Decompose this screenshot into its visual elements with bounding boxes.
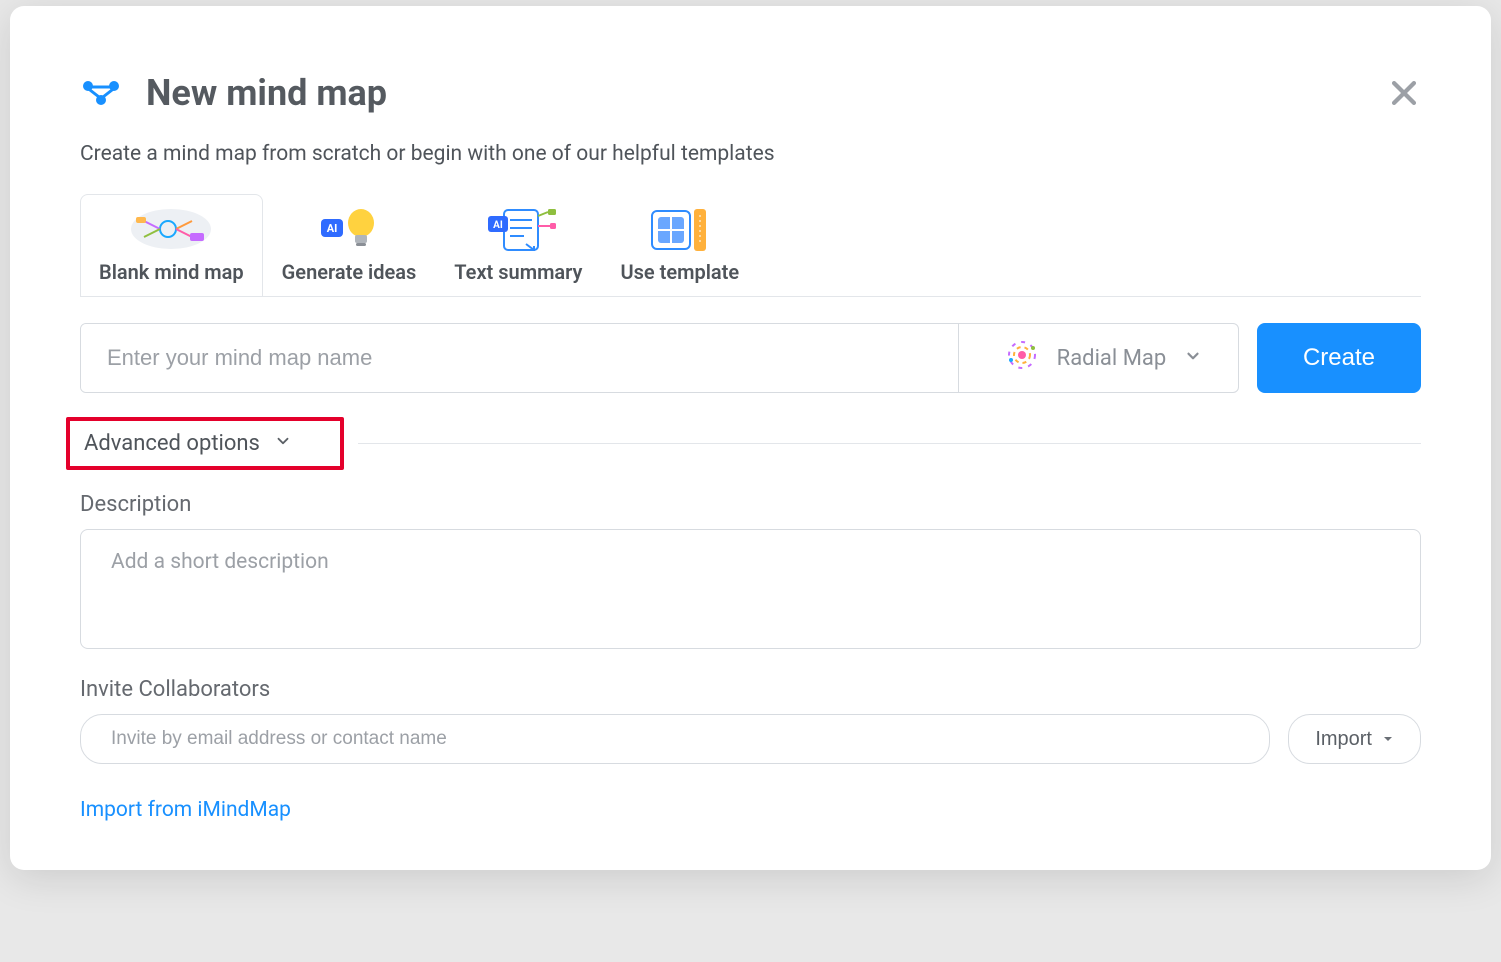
collaborators-label: Invite Collaborators [80,677,1421,702]
advanced-options-toggle[interactable]: Advanced options [66,417,344,470]
tab-label: Generate ideas [282,260,417,284]
tab-use-template[interactable]: Use template [601,194,758,296]
description-input[interactable] [80,529,1421,649]
creation-tabs: Blank mind map AI Generate ideas [80,194,1421,297]
tab-label: Use template [620,260,739,284]
modal-title: New mind map [146,72,387,114]
document-ai-icon: AI [478,203,558,254]
advanced-options-row: Advanced options [66,417,1421,470]
tab-label: Blank mind map [99,260,244,284]
map-type-select[interactable]: Radial Map [958,324,1238,392]
tab-text-summary[interactable]: AI Text summary [435,194,601,296]
tab-label: Text summary [454,260,582,284]
collaborators-row: Import [80,714,1421,764]
name-row: Radial Map Create [80,323,1421,393]
import-collaborators-button[interactable]: Import [1288,714,1421,764]
svg-text:AI: AI [494,220,504,231]
map-type-label: Radial Map [1057,346,1167,371]
title-group: New mind map [80,72,387,114]
mindmap-icon [130,203,212,254]
new-mind-map-modal: New mind map Create a mind map from scra… [10,6,1491,870]
import-button-label: Import [1315,728,1372,751]
template-icon [644,203,716,254]
tab-generate-ideas[interactable]: AI Generate ideas [263,194,436,296]
radial-map-icon [1005,338,1039,378]
mindmap-logo-icon [80,78,122,108]
create-button[interactable]: Create [1257,323,1421,393]
tab-blank-mind-map[interactable]: Blank mind map [80,194,263,296]
description-section: Description [80,492,1421,653]
close-button[interactable] [1387,76,1421,110]
chevron-down-icon [1184,346,1202,371]
collaborators-input[interactable] [80,714,1270,764]
advanced-options-label: Advanced options [84,431,260,456]
caret-down-icon [1382,728,1394,751]
divider [358,443,1421,444]
chevron-down-icon [274,431,292,456]
lightbulb-ai-icon: AI [317,203,381,254]
name-type-group: Radial Map [80,323,1239,393]
mind-map-name-input[interactable] [81,324,958,392]
modal-subtitle: Create a mind map from scratch or begin … [80,142,1421,166]
import-imindmap-link[interactable]: Import from iMindMap [80,798,291,822]
modal-header: New mind map [80,72,1421,114]
description-label: Description [80,492,1421,517]
collaborators-section: Invite Collaborators Import [80,677,1421,764]
svg-text:AI: AI [327,222,338,235]
